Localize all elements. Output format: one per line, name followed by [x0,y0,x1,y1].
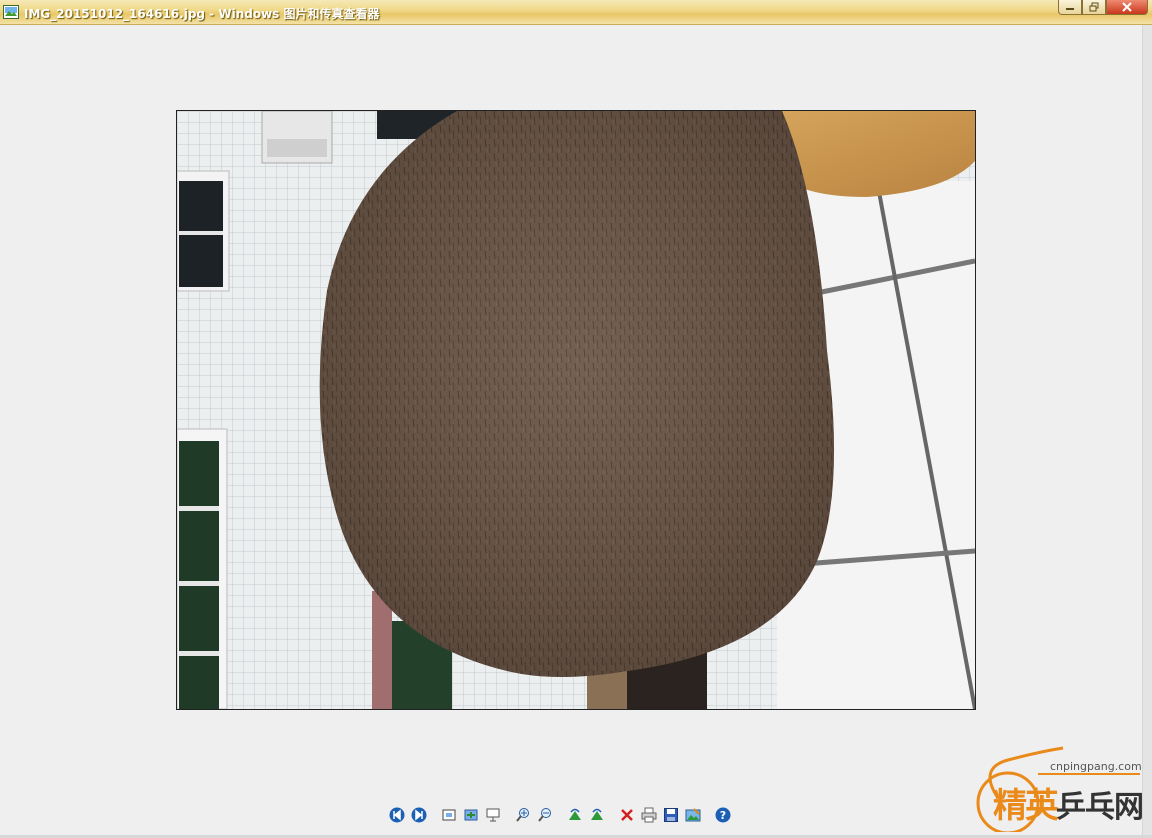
svg-text:?: ? [720,809,726,822]
prev-circle-icon [389,807,405,823]
site-watermark: cnpingpang.com 精英 乒乓网 [968,738,1144,832]
restore-button[interactable] [1082,0,1106,15]
rotate-counterclockwise-button[interactable] [586,804,608,826]
edit-icon [685,808,701,822]
zoom-out-button[interactable] [534,804,556,826]
viewer-toolbar: ? [386,804,734,826]
best-fit-icon [442,809,456,821]
rotate-cw-icon [569,808,581,820]
zoom-in-icon [516,808,529,822]
help-button[interactable]: ? [712,804,734,826]
delete-button[interactable] [616,804,638,826]
best-fit-button[interactable] [438,804,460,826]
title-bar[interactable]: IMG_20151012_164616.jpg - Windows 图片和传真查… [0,0,1152,25]
edit-button[interactable] [682,804,704,826]
print-button[interactable] [638,804,660,826]
window-controls [1058,0,1148,16]
save-icon [664,808,678,822]
help-icon: ? [715,807,731,823]
next-image-button[interactable] [408,804,430,826]
restore-icon [1089,2,1099,12]
delete-icon [621,809,633,821]
image-viewer-app-icon [3,5,19,19]
window-title: IMG_20151012_164616.jpg - Windows 图片和传真查… [24,7,380,21]
watermark-url: cnpingpang.com [1050,760,1142,773]
rotate-ccw-icon [591,808,603,820]
minimize-button[interactable] [1058,0,1082,15]
save-copy-button[interactable] [660,804,682,826]
print-icon [641,807,657,823]
next-circle-icon [411,807,427,823]
zoom-in-button[interactable] [512,804,534,826]
actual-size-icon [464,809,478,821]
watermark-brand-secondary: 乒乓网 [1056,790,1144,825]
slideshow-icon [486,808,500,822]
rotate-clockwise-button[interactable] [564,804,586,826]
actual-size-button[interactable] [460,804,482,826]
zoom-out-icon [538,808,551,822]
watermark-brand-primary: 精英 [993,786,1059,826]
minimize-icon [1066,8,1074,10]
photo-table-tennis-blade [177,111,975,709]
window-right-edge [1142,25,1152,838]
image-display[interactable] [176,110,976,710]
slide-show-button[interactable] [482,804,504,826]
close-button[interactable] [1106,0,1148,15]
previous-image-button[interactable] [386,804,408,826]
close-icon [1122,2,1132,12]
